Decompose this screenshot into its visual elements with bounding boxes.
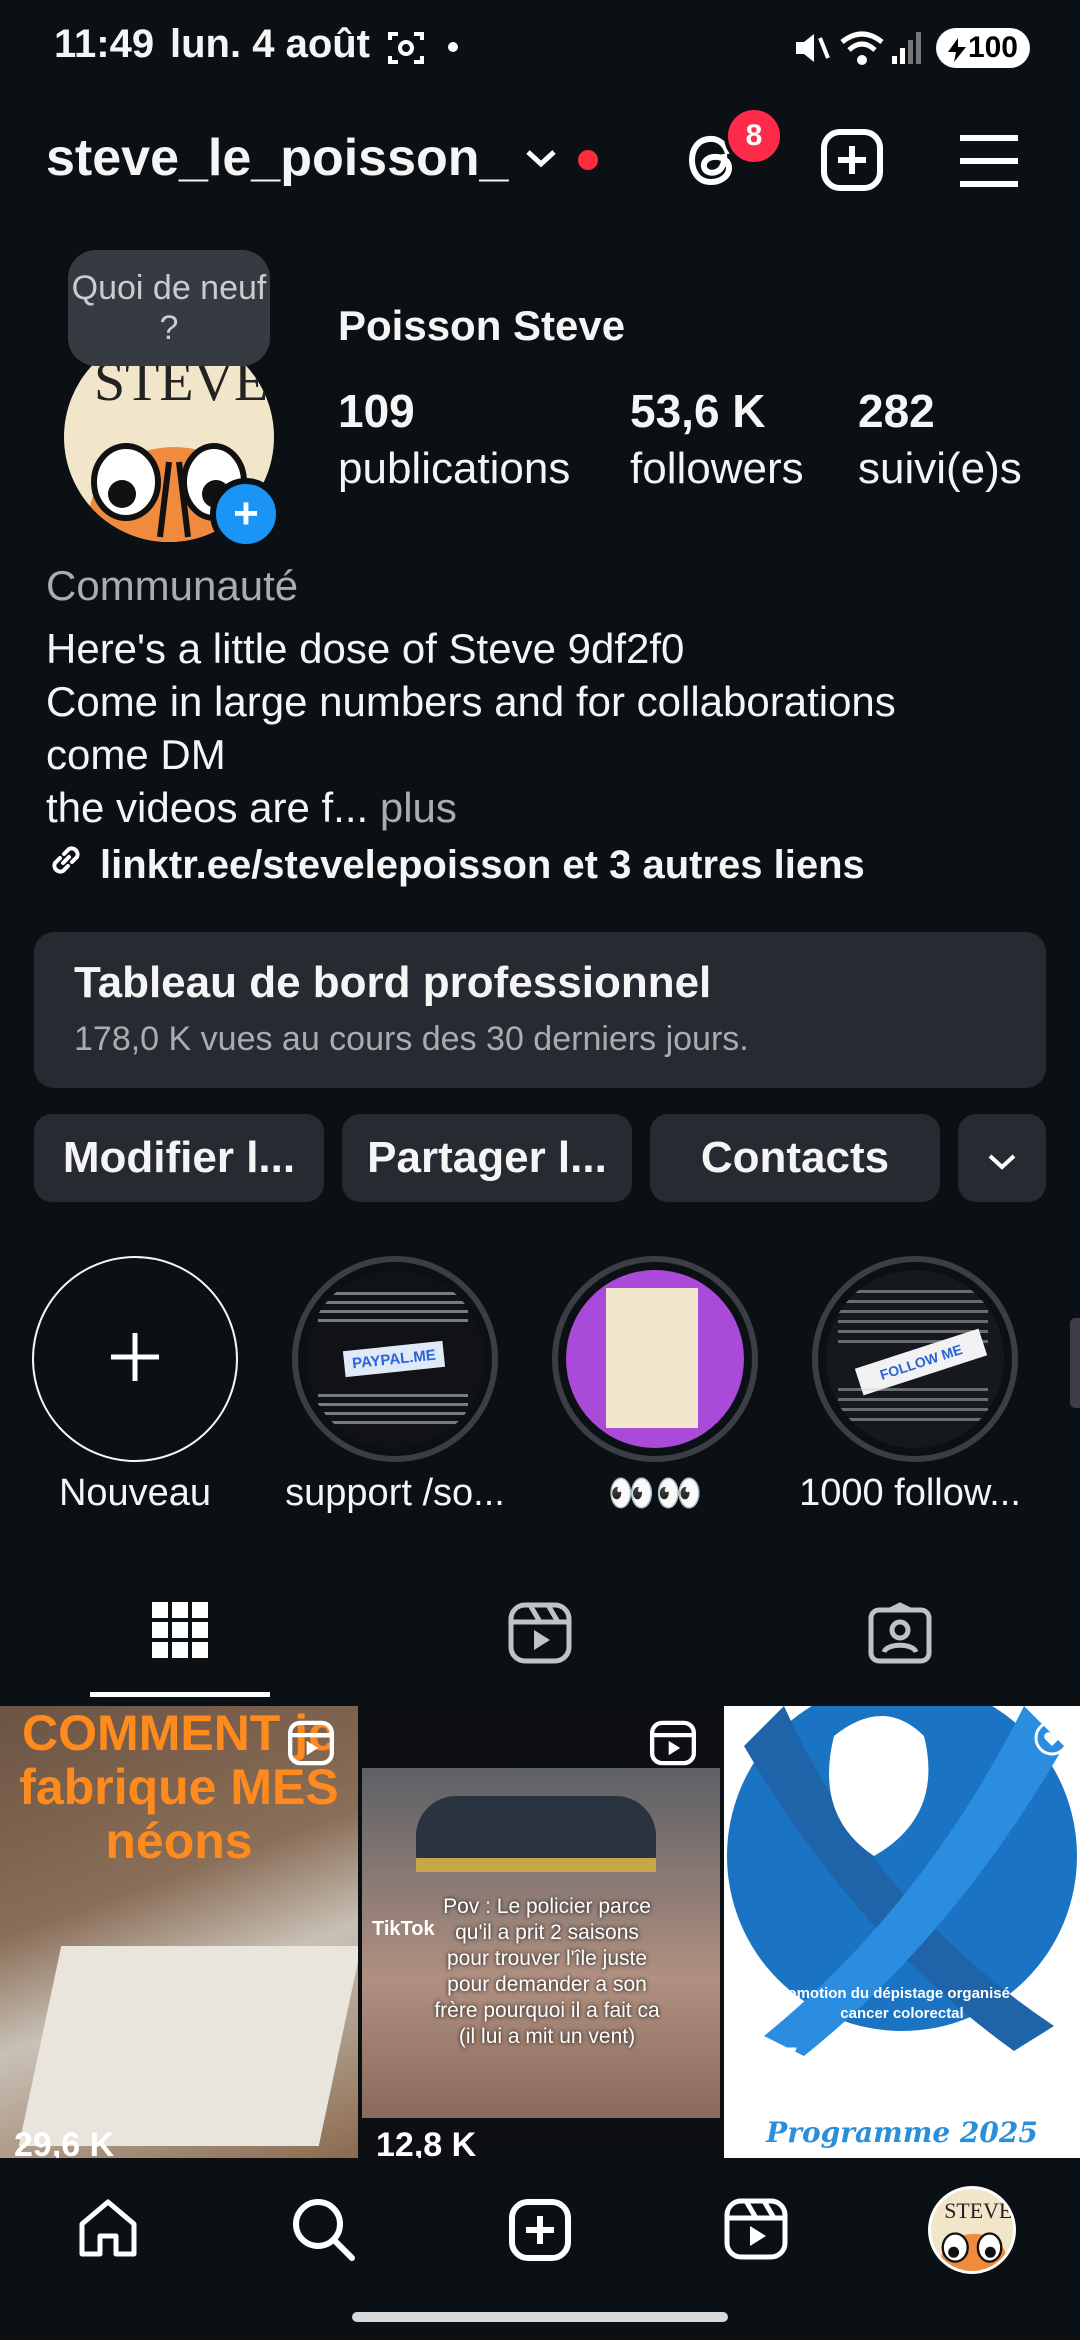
status-time: 11:49 [54,22,155,66]
post-caption: Pov : Le policier parce qu'il a prit 2 s… [434,1895,660,2048]
search-icon[interactable] [290,2196,356,2267]
home-indicator[interactable] [352,2312,728,2322]
view-count: 12,8 K [376,2126,477,2158]
reel-icon [650,1720,696,1771]
profile-category: Communauté [46,562,299,609]
grid-tab-icon[interactable] [150,1600,210,1665]
active-tab-indicator [90,1692,270,1697]
bio-line: the videos are f... [46,784,369,831]
highlight-1000-followers[interactable]: FOLLOW ME [812,1256,1018,1462]
bio-more-link[interactable]: plus [380,784,457,831]
reels-icon[interactable] [724,2198,788,2265]
status-bar: 11:49 lun. 4 août 100 [0,0,1080,96]
view-count: 29,6 K [14,2126,115,2158]
heart-icon [1034,1720,1070,1761]
chevron-down-icon [987,1133,1017,1183]
post-caption: Promotion du dépistage organisé du cance… [771,1985,1033,2022]
paypal-sticker: PAYPAL.ME [342,1340,446,1378]
stat-followers-label[interactable]: followers [630,444,804,494]
highlight-label: support /so... [285,1472,505,1514]
threads-badge: 8 [724,106,784,166]
stat-following-value[interactable]: 282 [858,384,935,438]
reel-icon [288,1720,334,1771]
post-overlay-title: Mars Bleu [728,2036,1076,2106]
highlight-support[interactable]: PAYPAL.ME [292,1256,498,1462]
mute-icon [792,30,830,71]
menu-icon[interactable] [958,134,1020,193]
battery-indicator: 100 [936,28,1030,68]
add-icon[interactable] [820,128,884,197]
highlight-label: 👀👀 [607,1473,703,1515]
dashboard-title: Tableau de bord professionnel [74,958,712,1007]
bio-line: Come in large numbers and for collaborat… [46,678,896,725]
contacts-button[interactable]: Contacts [650,1114,940,1202]
wifi-icon [840,30,884,71]
profile-links[interactable]: linktr.ee/stevelepoisson et 3 autres lie… [46,840,865,890]
bio-line: come DM [46,731,226,778]
battery-level: 100 [967,31,1018,64]
notification-dot [448,42,458,52]
chevron-down-icon[interactable] [524,146,558,175]
tagged-tab-icon[interactable] [868,1602,932,1669]
reels-tab-icon[interactable] [508,1602,572,1669]
screenshot-icon [386,28,426,73]
profile-tab-avatar[interactable]: STEVE [928,2186,1016,2274]
edit-profile-button[interactable]: Modifier l... [34,1114,324,1202]
add-story-icon[interactable]: + [210,478,282,550]
stat-following-label[interactable]: suivi(e)s [858,444,1022,494]
highlight-label: 1000 follow... [799,1472,1021,1514]
grid-post[interactable]: COMMENT je fabrique MES néons 29,6 K [0,1706,358,2158]
highlight-eyes[interactable] [552,1256,758,1462]
battery-icon [946,36,968,62]
tiktok-watermark: TikTok [372,1918,435,1940]
more-options-button[interactable] [958,1114,1046,1202]
bio-line: Here's a little dose of Steve 9df2f0 [46,625,685,672]
unread-dot [578,150,598,170]
stat-posts-label[interactable]: publications [338,444,570,494]
display-name: Poisson Steve [338,302,626,349]
share-profile-button[interactable]: Partager l... [342,1114,632,1202]
dashboard-subtitle: 178,0 K vues au cours des 30 derniers jo… [74,1020,749,1058]
account-switcher[interactable]: steve_le_poisson_ [46,128,508,188]
status-date: lun. 4 août [170,22,370,66]
highlight-label: Nouveau [58,1472,212,1514]
note-bubble[interactable]: Quoi de neuf ? [68,250,270,366]
home-icon[interactable] [76,2196,140,2265]
professional-dashboard[interactable] [34,932,1046,1088]
signal-icon [890,30,922,71]
grid-post[interactable]: TikTok Pov : Le policier parce qu'il a p… [362,1706,720,2158]
svg-text:STEVE: STEVE [944,2199,1012,2223]
create-post-icon[interactable] [508,2198,572,2267]
new-highlight-button[interactable] [32,1256,238,1462]
highlight-next-edge[interactable] [1070,1318,1080,1408]
profile-bio: Here's a little dose of Steve 9df2f0 Com… [46,622,1046,834]
post-subtitle: Programme 2025 [766,2116,1038,2149]
plus-icon [107,1329,163,1390]
profile-link-text[interactable]: linktr.ee/stevelepoisson et 3 autres lie… [100,843,865,888]
stat-posts-value[interactable]: 109 [338,384,415,438]
grid-post[interactable]: Promotion du dépistage organisé du cance… [724,1706,1080,2158]
stat-followers-value[interactable]: 53,6 K [630,384,766,438]
link-icon [46,840,86,890]
